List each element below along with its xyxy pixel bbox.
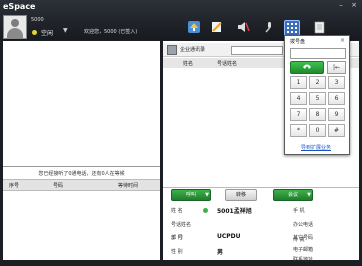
upload-icon[interactable] bbox=[187, 20, 201, 34]
queue-table-header: 序号 号码 等待时间 bbox=[3, 179, 160, 191]
user-id: 5000 bbox=[31, 17, 44, 23]
key-1[interactable]: 1 bbox=[290, 76, 307, 89]
keypad-icon[interactable] bbox=[284, 20, 300, 36]
value-gender: 男 bbox=[217, 249, 224, 256]
dialpad-title: 拨号盘 bbox=[290, 39, 306, 45]
top-bar: eSpace – × 5000 空闲 ▼ 欢迎您，5000 (已签入) bbox=[0, 0, 362, 40]
close-button[interactable]: × bbox=[349, 2, 359, 9]
contact-detail: 姓 名 5001孟祥旭 号话姓名 工 号 性 别 男 手 机 办公电话 其它号码 bbox=[163, 202, 359, 260]
transfer-button[interactable]: 转移 bbox=[225, 189, 257, 201]
dial-number-input[interactable] bbox=[290, 48, 346, 59]
avatar[interactable] bbox=[3, 15, 27, 39]
label-dept: 部 门 bbox=[171, 235, 183, 241]
app-title: eSpace bbox=[3, 2, 36, 11]
conference-button-label: 会议 bbox=[287, 192, 298, 198]
action-bar: 呼叫 ▼ 转移 会议 ▼ bbox=[163, 189, 359, 201]
key-star[interactable]: * bbox=[290, 124, 307, 137]
label-email: 电子邮箱 bbox=[293, 247, 314, 253]
queue-col-index[interactable]: 序号 bbox=[9, 182, 19, 189]
label-alias: 号话姓名 bbox=[171, 222, 192, 228]
edit-icon[interactable] bbox=[210, 20, 224, 34]
queue-status-text: 您已经接听了0通电话，还有0人在等候 bbox=[38, 171, 125, 177]
extended-service-link[interactable]: 导到扩展业务 bbox=[301, 144, 331, 151]
conference-button[interactable]: 会议 ▼ bbox=[273, 189, 313, 201]
dial-call-button[interactable] bbox=[290, 61, 324, 74]
addressbook-icon bbox=[167, 45, 177, 55]
label-fax: 传 真 bbox=[293, 237, 305, 243]
notes-icon[interactable] bbox=[313, 20, 327, 34]
chevron-down-icon: ▼ bbox=[307, 192, 311, 198]
value-dept: UCPDU bbox=[217, 233, 241, 240]
key-0[interactable]: 0 bbox=[309, 124, 326, 137]
queue-panel: 您已经接听了0通电话，还有0人在等候 序号 号码 等待时间 bbox=[3, 168, 160, 260]
key-8[interactable]: 8 bbox=[309, 108, 326, 121]
search-input[interactable] bbox=[231, 46, 283, 55]
chevron-down-icon: ▼ bbox=[205, 192, 209, 198]
avatar-head bbox=[11, 19, 19, 27]
label-office: 办公电话 bbox=[293, 222, 314, 228]
addressbook-title: 企业通讯录 bbox=[180, 47, 206, 53]
welcome-text: 欢迎您，5000 (已签入) bbox=[84, 29, 138, 35]
key-2[interactable]: 2 bbox=[309, 76, 326, 89]
call-button-label: 呼叫 bbox=[185, 192, 196, 198]
key-3[interactable]: 3 bbox=[328, 76, 345, 89]
queue-col-wait[interactable]: 等待时间 bbox=[118, 182, 138, 189]
call-button[interactable]: 呼叫 ▼ bbox=[171, 189, 211, 201]
presence-dot-icon bbox=[203, 208, 208, 213]
phone-icon bbox=[303, 64, 311, 69]
contact-col-alias[interactable]: 号话姓名 bbox=[217, 60, 237, 67]
minimize-button[interactable]: – bbox=[336, 2, 346, 9]
chevron-down-icon[interactable]: ▼ bbox=[63, 27, 68, 34]
label-name: 姓 名 bbox=[171, 208, 183, 214]
label-address: 联系地址 bbox=[293, 257, 314, 263]
label-gender: 性 别 bbox=[171, 249, 183, 255]
key-5[interactable]: 5 bbox=[309, 92, 326, 105]
value-name: 5001孟祥旭 bbox=[217, 208, 252, 215]
label-mobile: 手 机 bbox=[293, 208, 305, 214]
dialpad-popup: 拨号盘 × |← 1 2 3 4 5 6 7 8 9 * 0 # 导到扩展业务 bbox=[284, 35, 350, 155]
status-select[interactable]: 空闲 bbox=[41, 28, 53, 37]
contact-col-name[interactable]: 姓名 bbox=[183, 60, 193, 67]
microphone-icon[interactable] bbox=[262, 20, 276, 34]
status-dot-icon bbox=[32, 30, 37, 35]
key-7[interactable]: 7 bbox=[290, 108, 307, 121]
backspace-button[interactable]: |← bbox=[327, 61, 346, 74]
avatar-body bbox=[7, 28, 23, 38]
queue-col-number[interactable]: 号码 bbox=[53, 182, 63, 189]
key-hash[interactable]: # bbox=[328, 124, 345, 137]
key-4[interactable]: 4 bbox=[290, 92, 307, 105]
call-area bbox=[3, 41, 160, 167]
espace-window: eSpace – × 5000 空闲 ▼ 欢迎您，5000 (已签入) 您已经接… bbox=[0, 0, 362, 266]
dialpad-close-icon[interactable]: × bbox=[340, 37, 345, 44]
volume-icon[interactable] bbox=[236, 20, 250, 34]
left-panel: 您已经接听了0通电话，还有0人在等候 序号 号码 等待时间 bbox=[3, 41, 160, 260]
key-9[interactable]: 9 bbox=[328, 108, 345, 121]
key-6[interactable]: 6 bbox=[328, 92, 345, 105]
